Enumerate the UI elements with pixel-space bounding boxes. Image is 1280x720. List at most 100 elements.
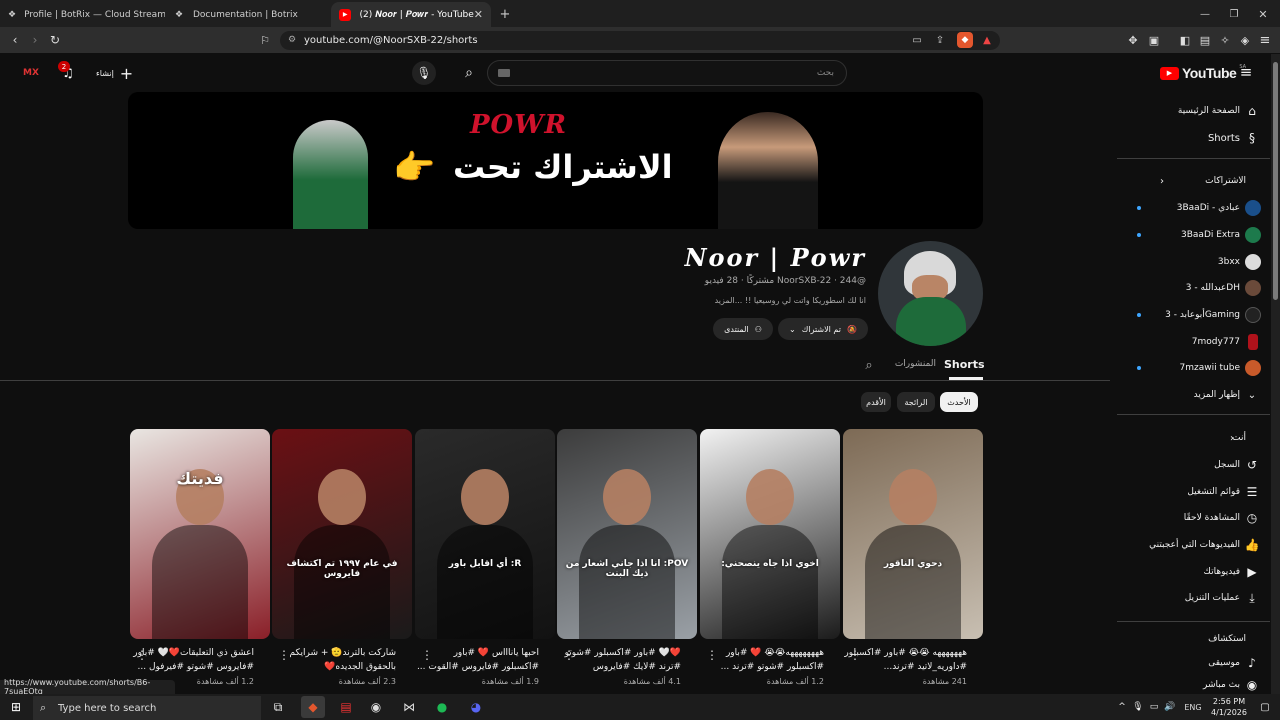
short-thumbnail[interactable]: دحوي الناقور (843, 429, 983, 639)
channel-search-icon[interactable]: ⌕ (860, 356, 878, 374)
obs-icon[interactable]: ◉ (364, 696, 388, 718)
site-info-icon[interactable]: ⚙ (286, 34, 298, 46)
channel-avatar[interactable] (878, 241, 983, 346)
cast-icon[interactable]: ▭ (910, 33, 924, 47)
sidebar-item-watch-later[interactable]: المشاهدة لاحقًا ◷ (1117, 505, 1270, 531)
taskbar-clock[interactable]: 2:56 PM 4/1/2026 (1206, 696, 1252, 718)
user-avatar[interactable]: MX (20, 62, 42, 84)
microphone-icon[interactable]: 🎙 (1132, 700, 1144, 714)
watch-later-icon: ◷ (1246, 511, 1258, 525)
network-icon[interactable]: ▭ (1148, 700, 1160, 714)
brave-shields-icon[interactable]: ◆ (957, 32, 973, 48)
short-menu-icon[interactable]: ⋮ (278, 648, 290, 662)
subscribed-button[interactable]: ⌄ تم الاشتراك 🔕 (778, 318, 868, 340)
leo-ai-icon[interactable]: ✧ (1214, 29, 1236, 51)
youtube-logo[interactable]: ▶ YouTube SA (1160, 64, 1246, 81)
sidebar-item-home[interactable]: الصفحة الرئيسية ⌂ (1117, 98, 1270, 124)
short-title[interactable]: احبها ياناااس ❤️ #باور #اكسبلور #فايروس … (415, 646, 539, 674)
your-videos-icon: ▶ (1247, 565, 1257, 579)
sidebar-sub-item[interactable]: عبدالله - 3DH (1117, 275, 1270, 301)
chip-latest[interactable]: الأحدث (940, 392, 978, 412)
short-title[interactable]: هههههههه 😭😭 #باور #اكسبلور #داوريه_لاتيد… (843, 646, 967, 674)
short-menu-icon[interactable]: ⋮ (563, 648, 575, 662)
restore-window-button[interactable]: ❐ (1225, 5, 1243, 23)
tab-posts[interactable]: المنشورات (880, 359, 936, 369)
keyboard-icon[interactable] (498, 69, 510, 77)
browser-tab-botrix-docs[interactable]: ❖ Documentation | Botrix (165, 2, 330, 27)
sidebar-toggle-icon[interactable]: ◧ (1174, 29, 1196, 51)
address-bar[interactable]: ⚙ youtube.com/@NoorSXB-22/shorts (280, 31, 1000, 50)
short-thumbnail[interactable]: في عام ١٩٩٧ تم اكتشاف فايروس (272, 429, 412, 639)
short-menu-icon[interactable]: ⋮ (421, 648, 433, 662)
browser-tab-botrix-profile[interactable]: ❖Profile | BotRix — Cloud Streaming B (0, 2, 165, 27)
tab-shorts[interactable]: Shorts (944, 358, 985, 371)
sidebar-item-playlists[interactable]: قوائم التشغيل ☰ (1117, 479, 1270, 505)
scrollbar-thumb[interactable] (1273, 62, 1278, 300)
browser-menu-icon[interactable]: ≡ (1254, 29, 1276, 51)
vpn-icon[interactable]: ◈ (1234, 29, 1256, 51)
sidebar-sub-item[interactable]: 3BaaDi - عبادي (1117, 195, 1270, 221)
sidebar-sub-item[interactable]: 3BaaDi Extra (1117, 222, 1270, 248)
sidebar-item-live[interactable]: بث مباشر ◉ (1117, 676, 1270, 694)
close-tab-icon[interactable]: ✕ (474, 8, 483, 21)
sidebar-sub-item[interactable]: 3bxx (1117, 249, 1270, 275)
short-thumbnail[interactable]: POV: انا اذا جاني اشعار من ذيك البنت (557, 429, 697, 639)
tray-overflow-icon[interactable]: ^ (1116, 700, 1128, 714)
short-title[interactable]: شاركت بالترند🫡 + شرايكم بالحقوق الجديده❤… (272, 646, 396, 674)
show-more-button[interactable]: إظهار المزيد ⌄ (1117, 382, 1270, 408)
guide-menu-icon[interactable]: ≡ (1236, 62, 1256, 82)
browser-tab-youtube[interactable]: ▶ (2) 𝑵𝒐𝒐𝒓 | 𝑷𝒐𝒘𝒓 - YouTube ✕ (331, 2, 491, 27)
you-header[interactable]: أنت › (1117, 425, 1270, 451)
short-menu-icon[interactable]: ⋮ (706, 648, 718, 662)
short-menu-icon[interactable]: ⋮ (136, 648, 148, 662)
subscriptions-header[interactable]: الاشتراكات › (1117, 168, 1270, 194)
reload-icon[interactable]: ↻ (44, 29, 66, 51)
short-title[interactable]: اعشق ذي التعليقات❤️🤍 #باور #فايروس #شوتو… (130, 646, 254, 674)
back-icon[interactable]: ‹ (4, 29, 26, 51)
short-thumbnail[interactable]: R: أي اقابل باور (415, 429, 555, 639)
tab-groups-icon[interactable]: ▣ (1143, 29, 1165, 51)
sidebar-item-history[interactable]: السجل ↺ (1117, 452, 1270, 478)
sidebar-item-downloads[interactable]: عمليات التنزيل ⤓ (1117, 585, 1270, 611)
spotify-icon[interactable]: ● (430, 696, 454, 718)
bookmark-icon[interactable]: ⚐ (254, 29, 276, 51)
short-thumbnail[interactable]: اخوي اذا جاه ينصحني: (700, 429, 840, 639)
capcut-icon[interactable]: ⋈ (397, 696, 421, 718)
short-title[interactable]: ❤️🤍 #باور #اكسبلور #شوتو #ترند #لايك #فا… (557, 646, 681, 674)
discord-icon[interactable]: ◕ (464, 696, 488, 718)
sidebar-item-shorts[interactable]: Shorts § (1117, 125, 1270, 151)
sidebar-sub-item[interactable]: أبوعابد - 3Gaming (1117, 302, 1270, 328)
notification-center-icon[interactable]: ▢ (1258, 699, 1272, 715)
forward-icon[interactable]: › (24, 29, 46, 51)
search-input[interactable]: بحث (487, 60, 847, 86)
task-view-icon[interactable]: ⧉ (266, 696, 290, 718)
chip-popular[interactable]: الرائجة (897, 392, 935, 412)
extensions-icon[interactable]: ✥ (1122, 29, 1144, 51)
wallet-icon[interactable]: ▤ (1194, 29, 1216, 51)
share-icon[interactable]: ⇪ (933, 33, 947, 47)
sidebar-sub-item[interactable]: 7mody777 (1117, 329, 1270, 355)
create-button[interactable]: إنشاء + (96, 63, 136, 83)
brave-browser-icon[interactable]: ◆ (301, 696, 325, 718)
chip-oldest[interactable]: الأقدم (861, 392, 891, 412)
new-tab-button[interactable]: + (496, 5, 514, 23)
short-thumbnail[interactable]: فديتك (130, 429, 270, 639)
brave-rewards-icon[interactable]: ▲ (980, 33, 994, 47)
short-title[interactable]: ههههههههه😭😭 ❤️ #باور #اكسبلور #شوتو #ترن… (700, 646, 824, 674)
community-button[interactable]: المنتدى ⚇ (713, 318, 773, 340)
sidebar-item-liked[interactable]: الفيديوهات التي أعجبتني 👍 (1117, 532, 1270, 558)
taskbar-search-input[interactable]: ⌕ Type here to search (33, 696, 261, 720)
channel-description[interactable]: انا لك اسطوريكا واتت لي روسيعيا !! ...ال… (600, 296, 866, 305)
sidebar-sub-item[interactable]: 7mzawii tube (1117, 355, 1270, 381)
sidebar-item-music[interactable]: موسيقى ♪ (1117, 650, 1270, 676)
sidebar-item-your-videos[interactable]: فيديوهاتك ▶ (1117, 559, 1270, 585)
windows-start-icon[interactable]: ⊞ (6, 698, 26, 716)
voice-search-icon[interactable]: 🎙 (412, 61, 436, 85)
close-window-button[interactable]: ✕ (1254, 5, 1272, 23)
short-menu-icon[interactable]: ⋮ (849, 648, 861, 662)
video-editor-icon[interactable]: ▤ (334, 696, 358, 718)
language-indicator[interactable]: ENG (1182, 700, 1204, 714)
minimize-window-button[interactable]: — (1196, 5, 1214, 23)
volume-icon[interactable]: 🔊 (1164, 700, 1176, 714)
search-icon[interactable]: ⌕ (458, 62, 480, 84)
